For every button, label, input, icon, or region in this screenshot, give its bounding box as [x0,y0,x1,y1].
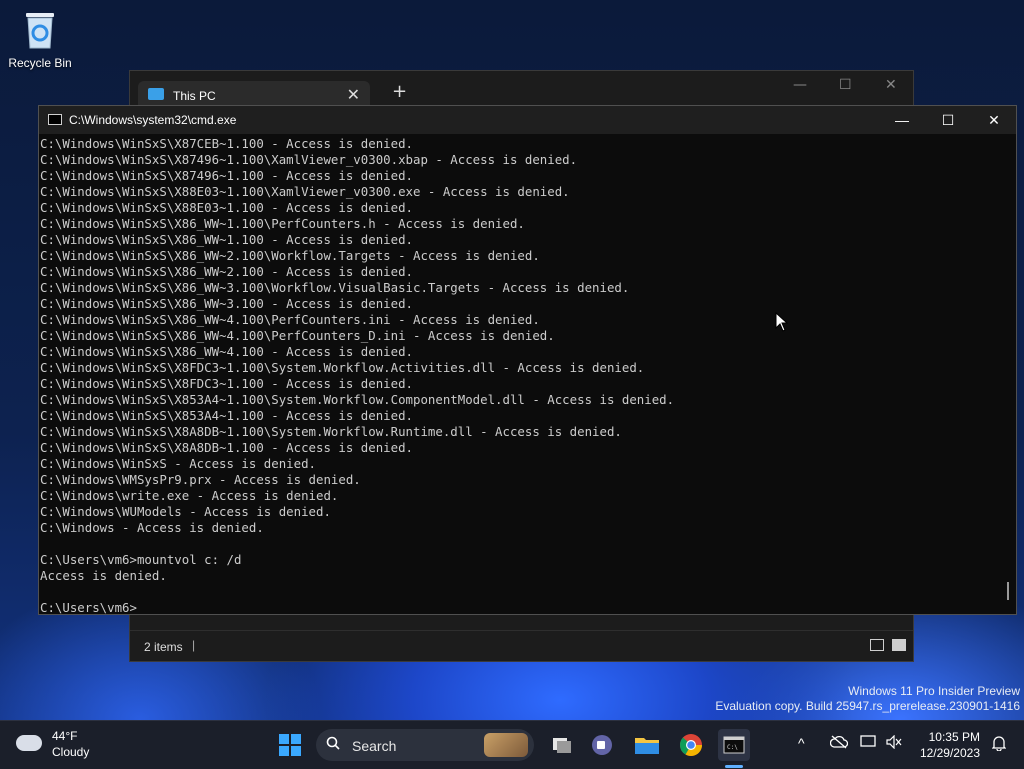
notification-bell-icon[interactable] [991,735,1007,756]
scrollbar-thumb[interactable] [1007,582,1009,600]
console-output[interactable]: C:\Windows\WinSxS\X87CEB~1.100 - Access … [39,136,1004,614]
status-separator: | [192,638,196,652]
console-line: Access is denied. [40,568,167,583]
console-line: C:\Windows\WinSxS\X86_WW~3.100 - Access … [40,296,413,311]
console-line: C:\Windows\WinSxS\X88E03~1.100 - Access … [40,200,413,215]
weather-condition: Cloudy [52,745,90,759]
teams-chat-button[interactable] [586,729,618,761]
command-prompt-window[interactable]: C:\Windows\system32\cmd.exe — ☐ ✕ C:\Win… [38,105,1017,615]
tab-close-button[interactable]: ✕ [347,85,360,105]
taskbar: 44°F Cloudy Search C:\ ^ 10:35 PM 12/29/… [0,720,1024,769]
evaluation-watermark: Windows 11 Pro Insider Preview Evaluatio… [715,684,1020,714]
console-line: C:\Windows\WinSxS\X853A4~1.100 - Access … [40,408,413,423]
console-line: C:\Windows\WMSysPr9.prx - Access is deni… [40,472,361,487]
recycle-bin-icon [23,8,57,50]
search-label: Search [352,738,397,754]
console-line: C:\Windows\WinSxS\X86_WW~3.100\Workflow.… [40,280,630,295]
chrome-button[interactable] [675,729,707,761]
console-line: C:\Windows\WinSxS\X86_WW~2.100 - Access … [40,264,413,279]
console-line: C:\Windows\WinSxS\X8FDC3~1.100\System.Wo… [40,360,645,375]
close-button[interactable]: ✕ [885,77,897,93]
console-line: C:\Windows\WinSxS\X8FDC3~1.100 - Access … [40,376,413,391]
folder-icon [635,738,659,754]
search-icon [326,736,340,750]
network-icon[interactable] [860,735,878,752]
minimize-button[interactable]: — [879,106,925,134]
weather-temperature: 44°F [52,729,78,743]
search-highlight-icon [484,733,528,757]
console-line: C:\Windows\WUModels - Access is denied. [40,504,331,519]
clock-time: 10:35 PM [928,730,980,744]
console-line: C:\Windows\WinSxS\X88E03~1.100\XamlViewe… [40,184,570,199]
watermark-edition: Windows 11 Pro Insider Preview [848,684,1020,698]
console-line: C:\Windows\WinSxS\X86_WW~1.100\PerfCount… [40,216,525,231]
clock[interactable]: 10:35 PM 12/29/2023 [920,729,980,761]
search-box[interactable]: Search [316,729,534,761]
console-icon [48,114,62,125]
console-line: C:\Users\vm6>mountvol c: /d [40,552,242,567]
window-title: C:\Windows\system32\cmd.exe [69,113,237,127]
close-button[interactable]: ✕ [971,106,1017,134]
recycle-bin-label: Recycle Bin [8,56,72,70]
maximize-button[interactable]: ☐ [839,77,852,93]
status-bar: 2 items | [130,630,913,661]
console-line: C:\Windows - Access is denied. [40,520,264,535]
console-line: C:\Windows\WinSxS\X86_WW~4.100 - Access … [40,344,413,359]
console-line: C:\Windows\WinSxS\X87CEB~1.100 - Access … [40,136,413,151]
onedrive-icon[interactable] [829,735,849,752]
minimize-button[interactable]: — [793,77,807,93]
recycle-bin-shortcut[interactable]: Recycle Bin [6,8,74,70]
file-explorer-button[interactable] [631,729,663,761]
watermark-build: Evaluation copy. Build 25947.rs_prerelea… [715,699,1020,713]
console-line: C:\Windows\WinSxS\X8A8DB~1.100 - Access … [40,440,413,455]
console-line: C:\Windows\WinSxS - Access is denied. [40,456,317,471]
tab-title: This PC [173,89,216,103]
computer-icon [148,88,164,100]
console-line: C:\Windows\WinSxS\X87496~1.100 - Access … [40,168,413,183]
console-line: C:\Users\vm6> [40,600,137,614]
chrome-icon [680,734,702,756]
console-line: C:\Windows\WinSxS\X853A4~1.100\System.Wo… [40,392,675,407]
new-tab-button[interactable]: + [392,81,407,102]
console-line: C:\Windows\WinSxS\X86_WW~1.100 - Access … [40,232,413,247]
mouse-cursor-icon [775,312,789,332]
title-bar[interactable]: C:\Windows\system32\cmd.exe — ☐ ✕ [39,106,1016,134]
console-line: C:\Windows\write.exe - Access is denied. [40,488,339,503]
cmd-icon: C:\ [723,736,745,754]
details-view-icon[interactable] [870,639,884,651]
console-line: C:\Windows\WinSxS\X87496~1.100\XamlViewe… [40,152,578,167]
task-view-icon [553,738,571,753]
volume-muted-icon[interactable] [886,734,902,752]
item-count: 2 items [144,640,183,654]
terminal-button[interactable]: C:\ [718,729,750,761]
console-line: C:\Windows\WinSxS\X8A8DB~1.100\System.Wo… [40,424,622,439]
show-hidden-icons-button[interactable]: ^ [798,735,805,751]
windows-logo-icon [279,734,289,744]
cloud-icon [16,735,42,751]
svg-text:C:\: C:\ [727,744,738,751]
start-button[interactable] [279,734,301,756]
clock-date: 12/29/2023 [919,746,980,760]
chat-icon [592,735,612,755]
console-line: C:\Windows\WinSxS\X86_WW~4.100\PerfCount… [40,312,540,327]
task-view-button[interactable] [546,729,578,761]
console-line: C:\Windows\WinSxS\X86_WW~4.100\PerfCount… [40,328,555,343]
maximize-button[interactable]: ☐ [925,106,971,134]
console-line: C:\Windows\WinSxS\X86_WW~2.100\Workflow.… [40,248,540,263]
tiles-view-icon[interactable] [892,639,906,651]
